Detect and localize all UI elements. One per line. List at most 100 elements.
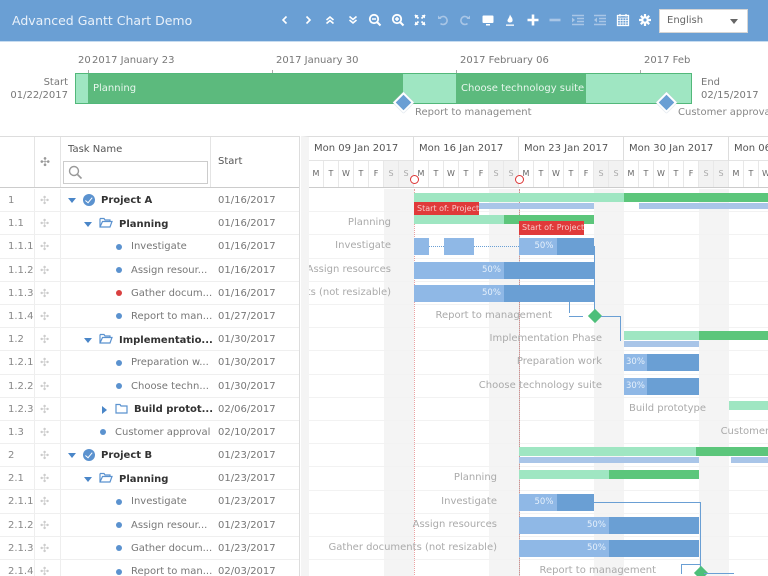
task-row[interactable]: 1.1.1 ✣ Investigate 01/16/2017 [0, 235, 299, 259]
task-row[interactable]: 1.3 ✣ Customer approval 02/10/2017 [0, 420, 299, 445]
drag-handle-icon[interactable]: ✣ [40, 217, 49, 230]
task-row[interactable]: 2.1.3 ✣ Gather docum... 01/23/2017 [0, 536, 299, 560]
task-name-cell[interactable]: Assign resour... [116, 265, 207, 276]
task-row[interactable]: 1.1 ✣ Planning 01/16/2017 [0, 212, 299, 236]
task-bar[interactable]: 30% [624, 354, 699, 372]
highlight-button[interactable] [499, 8, 522, 34]
task-row[interactable]: 1.2.2 ✣ Choose techn... 01/30/2017 [0, 374, 299, 398]
task-row[interactable]: 2.1 ✣ Planning 01/23/2017 [0, 467, 299, 491]
task-bar[interactable]: 50% [519, 238, 594, 256]
task-name-cell[interactable]: Assign resour... [116, 520, 207, 531]
drag-handle-icon[interactable]: ✣ [40, 426, 49, 439]
task-row[interactable]: 2.1.1 ✣ Investigate 01/23/2017 [0, 490, 299, 514]
task-name-cell[interactable]: Gather docum... [116, 543, 212, 554]
task-row[interactable]: 1.1.2 ✣ Assign resour... 01/16/2017 [0, 258, 299, 282]
task-row[interactable]: 1.2 ✣ Implementatio... 01/30/2017 [0, 328, 299, 352]
task-name-cell[interactable]: Build protot... [102, 403, 213, 417]
task-row[interactable]: 1.2.1 ✣ Preparation w... 01/30/2017 [0, 351, 299, 375]
task-name-cell[interactable]: Customer approval [100, 427, 210, 438]
drag-handle-icon[interactable]: ✣ [40, 380, 49, 393]
task-name-cell[interactable]: Project B [68, 449, 152, 462]
indent-button[interactable] [567, 8, 590, 34]
marker-pin-icon[interactable] [410, 175, 419, 184]
overview-bar-planning[interactable]: Planning [88, 74, 403, 103]
summary-bar-project-a[interactable] [414, 193, 624, 202]
start-column-header[interactable]: Start [218, 156, 242, 167]
drag-handle-icon[interactable]: ✣ [40, 333, 49, 346]
settings-button[interactable] [634, 8, 657, 34]
language-select[interactable]: English [659, 9, 748, 33]
expand-toggle-icon[interactable] [84, 221, 92, 227]
task-bar[interactable]: 50% [519, 516, 699, 534]
task-row[interactable]: 1.2.3 ✣ Build protot... 02/06/2017 [0, 397, 299, 421]
task-bar-segment[interactable] [444, 238, 474, 256]
remove-task-button[interactable] [544, 8, 567, 34]
task-name-cell[interactable]: Report to man... [116, 311, 212, 322]
marker-pin-icon[interactable] [515, 175, 524, 184]
expand-toggle-icon[interactable] [68, 452, 76, 458]
drag-handle-icon[interactable]: ✣ [40, 472, 49, 485]
task-row[interactable]: 1.1.4 ✣ Report to man... 01/27/2017 [0, 304, 299, 329]
collapse-toggle-icon[interactable] [102, 405, 107, 414]
drag-handle-icon[interactable]: ✣ [40, 403, 49, 416]
prev-button[interactable] [274, 8, 297, 34]
drag-handle-icon[interactable]: ✣ [40, 449, 49, 462]
collapse-all-button[interactable] [319, 8, 342, 34]
next-button[interactable] [297, 8, 320, 34]
zoom-out-button[interactable] [364, 8, 387, 34]
drag-handle-icon[interactable]: ✣ [40, 542, 49, 555]
task-id: 1.1.1 [8, 241, 34, 253]
calendar-button[interactable] [612, 8, 635, 34]
task-name-cell[interactable]: Implementatio... [84, 333, 213, 347]
drag-handle-icon[interactable]: ✣ [40, 519, 49, 532]
task-row[interactable]: 2.1.2 ✣ Assign resour... 01/23/2017 [0, 513, 299, 537]
drag-handle-icon[interactable]: ✣ [40, 495, 49, 508]
task-bar[interactable]: 30% [624, 377, 699, 395]
summary-bar-project-b[interactable] [519, 447, 696, 457]
task-name-cell[interactable]: Planning [84, 472, 168, 486]
task-name-cell[interactable]: Investigate [116, 241, 187, 252]
drag-handle-icon[interactable]: ✣ [40, 356, 49, 369]
overview-bar-choose-technology[interactable]: Choose technology suite [456, 74, 586, 103]
task-bar[interactable]: 50% [519, 493, 594, 511]
task-name-cell[interactable]: Gather docum... [116, 288, 212, 299]
task-name-cell[interactable]: Preparation w... [116, 357, 209, 368]
drag-handle-icon[interactable]: ✣ [40, 287, 49, 300]
task-name-cell[interactable]: Planning [84, 217, 168, 231]
fullscreen-button[interactable] [477, 8, 500, 34]
task-bar[interactable]: 50% [519, 540, 699, 557]
expand-toggle-icon[interactable] [68, 197, 76, 203]
expand-toggle-icon[interactable] [84, 337, 92, 343]
redo-button[interactable] [454, 8, 477, 34]
summary-bar-build-prototype[interactable] [729, 400, 768, 410]
expand-toggle-icon[interactable] [84, 476, 92, 482]
task-name-cell[interactable]: Project A [68, 194, 152, 206]
drag-handle-icon[interactable]: ✣ [40, 264, 49, 277]
add-task-button[interactable] [522, 8, 545, 34]
drag-handle-icon[interactable]: ✣ [40, 194, 49, 207]
task-bar[interactable]: 50% [414, 261, 594, 279]
summary-bar-implementation[interactable] [624, 331, 699, 341]
overview-bar-label: Choose technology suite [461, 83, 585, 94]
task-name-cell[interactable]: Choose techn... [116, 381, 209, 392]
task-row[interactable]: 1.1.3 ✣ Gather docum... 01/16/2017 [0, 281, 299, 305]
dependency-link [620, 316, 621, 341]
outdent-button[interactable] [589, 8, 612, 34]
drag-handle-icon[interactable]: ✣ [40, 565, 49, 576]
summary-sub-bar [731, 457, 768, 464]
task-name-header: Task Name [68, 144, 123, 155]
task-bar[interactable]: 50% [414, 284, 594, 302]
task-row[interactable]: 2.1.4 ✣ Report to man... 02/03/2017 [0, 560, 299, 576]
task-name-cell[interactable]: Investigate [116, 496, 187, 507]
task-row[interactable]: 1 ✣ Project A 01/16/2017 [0, 189, 299, 213]
drag-handle-icon[interactable]: ✣ [40, 240, 49, 253]
fit-button[interactable] [409, 8, 432, 34]
drag-handle-icon[interactable]: ✣ [40, 310, 49, 323]
zoom-in-button[interactable] [387, 8, 410, 34]
expand-all-button[interactable] [342, 8, 365, 34]
task-bar-segment[interactable] [414, 238, 429, 256]
task-name-cell[interactable]: Report to man... [116, 566, 212, 576]
task-row[interactable]: 2 ✣ Project B 01/23/2017 [0, 444, 299, 468]
task-search-input[interactable] [63, 161, 208, 184]
undo-button[interactable] [432, 8, 455, 34]
